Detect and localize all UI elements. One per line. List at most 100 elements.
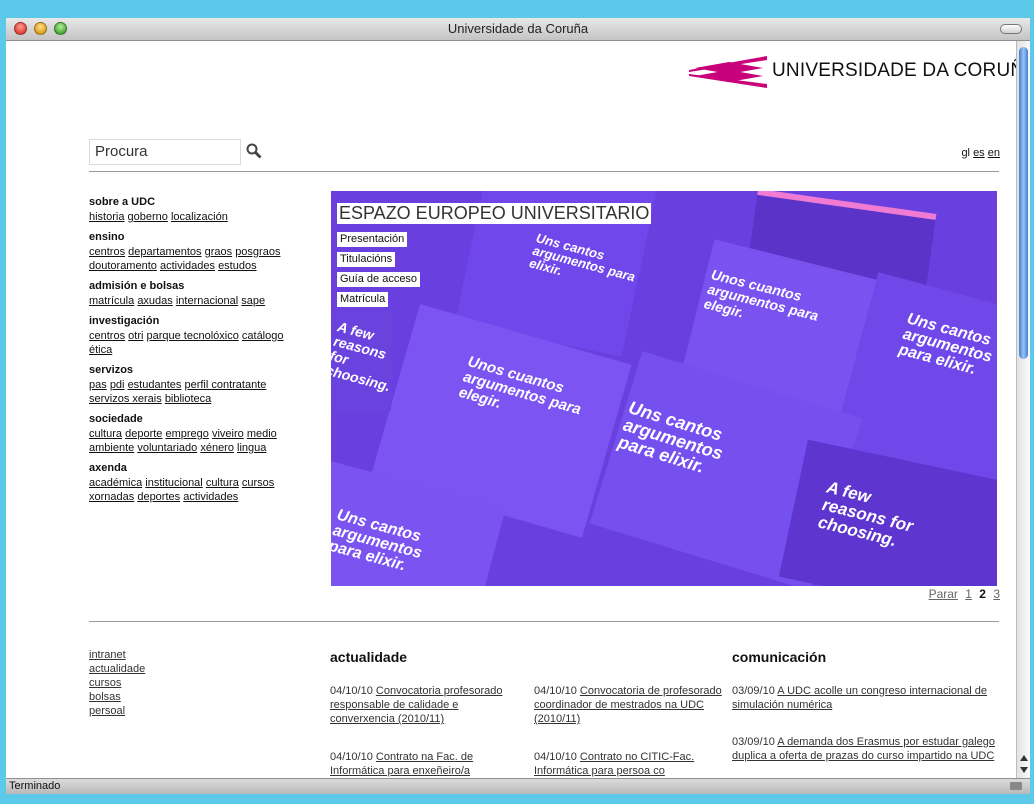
news-item: 04/10/10 Contrato na Fac. de Informática… xyxy=(330,750,518,778)
menu-section-servizos: servizos pas pdi estudantes perfil contr… xyxy=(89,363,319,406)
menu-link[interactable]: actividades xyxy=(160,260,215,272)
news-item: 04/10/10 Contrato no CITIC-Fac. Informát… xyxy=(534,750,722,778)
menu-link[interactable]: deportes xyxy=(137,491,180,503)
page-content: UNIVERSIDADE DA CORUÑA Procura gl es en … xyxy=(6,41,1016,779)
scroll-down-arrow-icon[interactable] xyxy=(1020,767,1028,773)
hero-title[interactable]: ESPAZO EUROPEO UNIVERSITARIO xyxy=(337,203,652,224)
news-date: 03/09/10 xyxy=(732,736,775,748)
menu-section-investigacion: investigación centros otri parque tecnol… xyxy=(89,314,319,357)
menu-title: sobre a UDC xyxy=(89,196,156,208)
menu-link[interactable]: estudantes xyxy=(128,379,182,391)
menu-link[interactable]: internacional xyxy=(176,295,238,307)
footer-link-intranet[interactable]: intranet xyxy=(89,648,145,662)
menu-link[interactable]: cursos xyxy=(242,477,274,489)
menu-link[interactable]: servizos xerais xyxy=(89,393,162,405)
menu-link[interactable]: goberno xyxy=(128,211,168,223)
menu-link[interactable]: centros xyxy=(89,246,125,258)
menu-link[interactable]: doutoramento xyxy=(89,260,157,272)
menu-title: admisión e bolsas xyxy=(89,280,185,292)
menu-section-sobre: sobre a UDC historia goberno localizació… xyxy=(89,195,319,224)
menu-link[interactable]: centros xyxy=(89,330,125,342)
language-selector: gl es en xyxy=(961,147,1000,159)
hero-link-matricula[interactable]: Matrícula xyxy=(337,292,389,307)
pager-page-link[interactable]: 1 xyxy=(965,587,972,601)
menu-link[interactable]: axudas xyxy=(137,295,172,307)
hero-slideshow[interactable]: Uns cantos argumentos para elixir. Unos … xyxy=(331,191,997,586)
menu-link[interactable]: xornadas xyxy=(89,491,134,503)
hero-link-presentacion[interactable]: Presentación xyxy=(337,232,408,247)
logo-text: UNIVERSIDADE DA CORUÑA xyxy=(772,60,1016,81)
menu-link[interactable]: voluntariado xyxy=(137,442,197,454)
pager-current-page: 2 xyxy=(979,587,986,601)
news-date: 04/10/10 xyxy=(534,751,577,763)
menu-link[interactable]: localización xyxy=(171,211,228,223)
footer-divider xyxy=(89,621,999,622)
vertical-scrollbar[interactable] xyxy=(1016,41,1030,779)
menu-link[interactable]: sape xyxy=(241,295,265,307)
news-date: 04/10/10 xyxy=(330,751,373,763)
menu-title: ensino xyxy=(89,231,125,243)
menu-link[interactable]: biblioteca xyxy=(165,393,211,405)
footer-link-bolsas[interactable]: bolsas xyxy=(89,690,145,704)
slideshow-pager: Parar 1 2 3 xyxy=(929,587,1000,601)
menu-link[interactable]: historia xyxy=(89,211,124,223)
menu-link[interactable]: pas xyxy=(89,379,107,391)
footer-link-actualidade[interactable]: actualidade xyxy=(89,662,145,676)
news-item: 04/10/10 Convocatoria de profesorado coo… xyxy=(534,684,722,726)
menu-link[interactable]: deporte xyxy=(125,428,162,440)
pager-stop-link[interactable]: Parar xyxy=(929,587,958,601)
menu-link[interactable]: perfil contratante xyxy=(184,379,266,391)
menu-link[interactable]: departamentos xyxy=(128,246,201,258)
news-date: 03/09/10 xyxy=(732,685,775,697)
menu-link[interactable]: institucional xyxy=(145,477,202,489)
news-date: 04/10/10 xyxy=(534,685,577,697)
menu-link[interactable]: otri xyxy=(128,330,143,342)
menu-link[interactable]: xénero xyxy=(200,442,234,454)
hero-link-titulacions[interactable]: Titulacións xyxy=(337,252,396,267)
menu-section-admision: admisión e bolsas matrícula axudas inter… xyxy=(89,279,319,308)
footer-link-cursos[interactable]: cursos xyxy=(89,676,145,690)
lang-es[interactable]: es xyxy=(973,147,985,159)
menu-link[interactable]: matrícula xyxy=(89,295,134,307)
menu-link[interactable]: parque tecnolóxico xyxy=(146,330,238,342)
lang-en[interactable]: en xyxy=(988,147,1000,159)
toolbar-toggle-button[interactable] xyxy=(1000,24,1022,34)
pager-page-link[interactable]: 3 xyxy=(993,587,1000,601)
main-menu: sobre a UDC historia goberno localizació… xyxy=(89,195,319,510)
udc-logo-icon xyxy=(689,56,767,88)
lang-gl[interactable]: gl xyxy=(961,147,970,159)
menu-link[interactable]: viveiro xyxy=(212,428,244,440)
status-bar: Terminado xyxy=(6,778,1030,794)
menu-link[interactable]: graos xyxy=(205,246,233,258)
menu-section-ensino: ensino centros departamentos graos posgr… xyxy=(89,230,319,273)
menu-link[interactable]: emprego xyxy=(165,428,208,440)
udc-logo[interactable]: UNIVERSIDADE DA CORUÑA xyxy=(689,56,1016,88)
search-icon[interactable] xyxy=(246,143,262,159)
footer-link-persoal[interactable]: persoal xyxy=(89,704,145,718)
menu-link[interactable]: posgraos xyxy=(235,246,280,258)
menu-link[interactable]: estudos xyxy=(218,260,257,272)
window-title: Universidade da Coruña xyxy=(447,21,589,36)
menu-link[interactable]: cultura xyxy=(89,428,122,440)
news-item: 04/10/10 Convocatoria profesorado respon… xyxy=(330,684,518,726)
hero-link-guia[interactable]: Guía de acceso xyxy=(337,272,421,287)
news-item: 03/09/10 A demanda dos Erasmus por estud… xyxy=(732,735,997,763)
menu-link[interactable]: ética xyxy=(89,344,112,356)
menu-link[interactable]: actividades xyxy=(183,491,238,503)
menu-title: servizos xyxy=(89,364,134,376)
scrollbar-thumb[interactable] xyxy=(1019,47,1028,359)
comunicacion-heading: comunicación xyxy=(732,649,827,665)
menu-link[interactable]: pdi xyxy=(110,379,125,391)
status-envelope-icon xyxy=(1010,782,1022,790)
menu-link[interactable]: catálogo xyxy=(242,330,284,342)
menu-section-axenda: axenda académica institucional cultura c… xyxy=(89,461,319,504)
scroll-up-arrow-icon[interactable] xyxy=(1020,755,1028,761)
menu-title: sociedade xyxy=(89,413,143,425)
menu-link[interactable]: lingua xyxy=(237,442,266,454)
footer-links: intranet actualidade cursos bolsas perso… xyxy=(89,648,145,718)
actualidade-heading: actualidade xyxy=(330,649,408,665)
menu-link[interactable]: cultura xyxy=(206,477,239,489)
menu-link[interactable]: académica xyxy=(89,477,142,489)
search-input[interactable]: Procura xyxy=(89,139,241,165)
browser-window: Universidade da Coruña UNIVERSIDADE DA C… xyxy=(6,18,1030,794)
